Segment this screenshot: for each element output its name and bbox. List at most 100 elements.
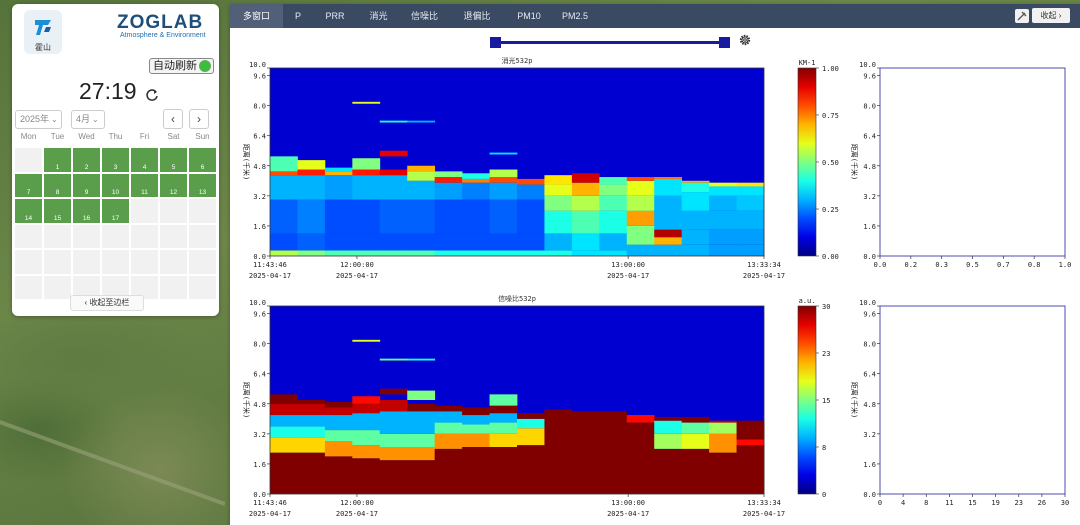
y-tick-label: 6.4 — [863, 133, 876, 141]
data-cell — [434, 199, 463, 234]
calendar-day-empty — [188, 223, 217, 249]
profile-column-8 — [489, 394, 518, 494]
data-cell — [489, 152, 518, 155]
data-cell — [352, 233, 381, 251]
calendar-day-14[interactable]: 14 — [14, 198, 43, 224]
year-select[interactable]: 2025年 ⌄ — [15, 110, 62, 129]
y-tick-label: 8.0 — [863, 103, 876, 111]
data-cell — [489, 422, 518, 434]
main-window: 多窗口 P PRR 消光 信噪比 退偏比 PM10 PM2.5 收起 › 消光532p 0.0 1… — [230, 4, 1080, 525]
auto-refresh-toggle[interactable]: 自动刷新 — [149, 58, 214, 74]
weekday-label: Sat — [167, 132, 180, 141]
calendar-day-5[interactable]: 5 — [159, 147, 188, 173]
data-cell — [626, 180, 655, 196]
calendar-day-1[interactable]: 1 — [43, 147, 72, 173]
calendar-day-10[interactable]: 10 — [101, 172, 130, 198]
data-cell — [297, 426, 326, 438]
data-cell — [571, 173, 600, 183]
data-cell — [462, 250, 490, 256]
data-cell — [517, 445, 545, 494]
data-cell — [462, 433, 490, 447]
y-tick-label: 1.6 — [863, 461, 876, 469]
data-cell — [407, 171, 436, 181]
data-cell — [654, 178, 683, 196]
collapse-to-sidebar-button[interactable]: ‹ 收起至边栏 — [70, 295, 144, 311]
month-select[interactable]: 4月 ⌄ — [71, 110, 105, 129]
data-cell — [407, 250, 436, 256]
data-cell — [544, 250, 573, 256]
calendar-day-6[interactable]: 6 — [188, 147, 217, 173]
data-cell — [489, 182, 518, 200]
data-cell — [379, 169, 408, 176]
x-tick-date: 2025-04-17 — [607, 272, 649, 280]
data-cell — [489, 447, 518, 494]
profile-column-12 — [599, 411, 628, 494]
calendar-day-8[interactable]: 8 — [43, 172, 72, 198]
profile-column-7 — [462, 173, 490, 256]
data-cell — [571, 233, 600, 251]
calendar-day-7[interactable]: 7 — [14, 172, 43, 198]
weekday-label: Mon — [20, 132, 37, 141]
calendar-day-17[interactable]: 17 — [101, 198, 130, 224]
colorbar-tick-label: 0.25 — [822, 206, 839, 214]
calendar-day-12[interactable]: 12 — [159, 172, 188, 198]
calendar-day-3[interactable]: 3 — [101, 147, 130, 173]
y-tick-label: 9.6 — [253, 73, 266, 81]
x-tick-label: 0.2 — [905, 261, 918, 269]
data-cell — [462, 199, 490, 234]
data-cell — [434, 405, 463, 412]
x-tick-label: 4 — [901, 499, 905, 507]
x-tick-date: 2025-04-17 — [743, 272, 785, 280]
data-cell — [654, 237, 683, 245]
colorbar-tick-label: 0.75 — [822, 112, 839, 120]
data-cell — [654, 448, 683, 494]
data-cell — [736, 182, 765, 187]
y-tick-label: 0.0 — [253, 491, 266, 499]
data-cell — [489, 250, 518, 256]
data-cell — [270, 199, 298, 234]
x-tick-label: 0.3 — [935, 261, 948, 269]
calendar-day-4[interactable]: 4 — [130, 147, 159, 173]
data-cell — [407, 358, 436, 361]
calendar-day-15[interactable]: 15 — [43, 198, 72, 224]
y-tick-label: 1.6 — [863, 223, 876, 231]
y-tick-label: 9.6 — [863, 311, 876, 319]
data-cell — [517, 250, 545, 256]
data-cell — [379, 150, 408, 157]
calendar-day-11[interactable]: 11 — [130, 172, 159, 198]
data-cell — [324, 199, 353, 234]
chart-title: 消光532p — [502, 56, 533, 65]
calendar-day-empty — [159, 274, 188, 300]
profile-column-0 — [270, 394, 298, 494]
data-cell — [626, 225, 655, 245]
x-tick-label: 0.8 — [1028, 261, 1041, 269]
colorbar-tick-label: 0.00 — [822, 253, 839, 261]
data-cell — [407, 411, 436, 434]
data-cell — [434, 250, 463, 256]
data-cell — [681, 192, 710, 211]
x-tick-label: 0 — [878, 499, 882, 507]
refresh-icon[interactable] — [145, 88, 159, 102]
data-cell — [571, 411, 600, 494]
data-cell — [517, 413, 545, 419]
next-month-button[interactable]: › — [189, 109, 209, 129]
x-tick-date: 2025-04-17 — [336, 510, 378, 518]
data-cell — [434, 171, 463, 178]
calendar-day-16[interactable]: 16 — [72, 198, 101, 224]
prev-month-button[interactable]: ‹ — [163, 109, 183, 129]
profile-column-7 — [462, 407, 490, 494]
calendar-day-13[interactable]: 13 — [188, 172, 217, 198]
data-cell — [681, 416, 710, 423]
data-cell — [517, 428, 545, 446]
calendar-day-2[interactable]: 2 — [72, 147, 101, 173]
data-cell — [407, 390, 436, 400]
data-cell — [709, 182, 737, 187]
charts-area: 消光532p 0.0 1.6 3.2 4.8 6.4 8.0 9.6 10.0 距离(千米) 11:… — [242, 56, 1071, 518]
data-cell — [379, 358, 408, 361]
data-cell — [709, 452, 737, 494]
x-tick-label: 8 — [924, 499, 928, 507]
weekday-label: Sun — [195, 132, 210, 141]
calendar-day-9[interactable]: 9 — [72, 172, 101, 198]
data-cell — [654, 244, 683, 256]
data-cell — [599, 210, 628, 234]
